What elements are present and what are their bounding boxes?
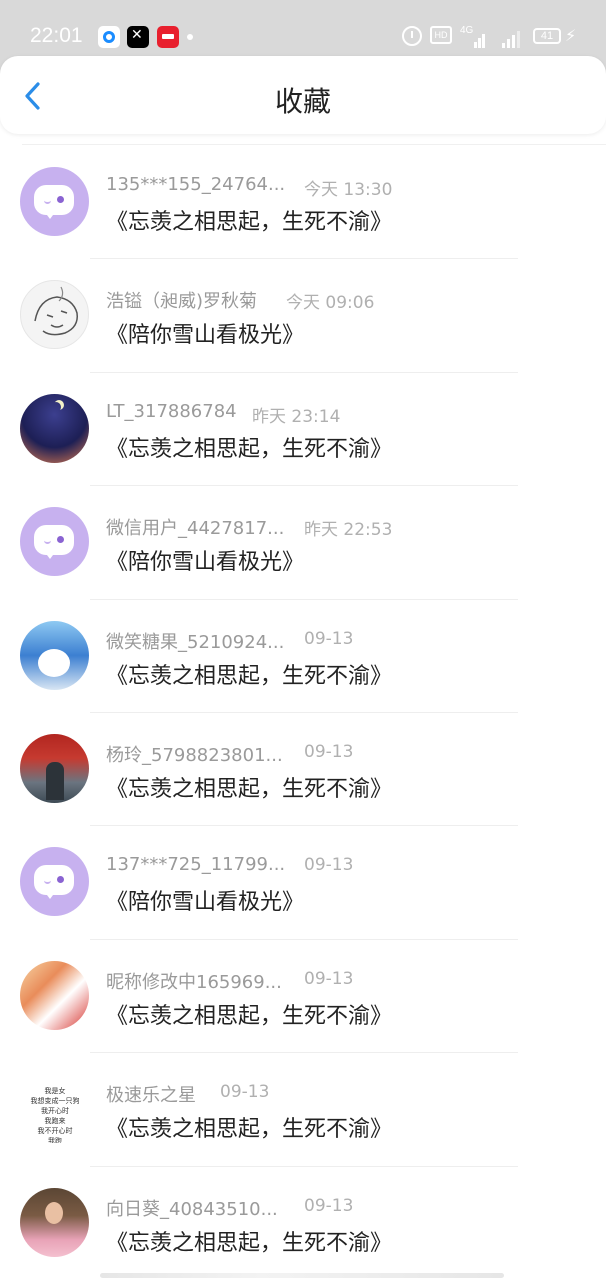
header: 收藏 [0, 56, 606, 134]
item-title: 《忘羡之相思起，生死不渝》 [106, 436, 393, 462]
item-title: 《陪你雪山看极光》 [106, 550, 305, 576]
header-divider [22, 144, 606, 145]
app-notification-icon [98, 26, 120, 48]
list-item[interactable]: 微信用户_4427817... 昨天 22:53 《陪你雪山看极光》 [0, 486, 606, 600]
list-item[interactable]: 135***155_24764... 今天 13:30 《忘羡之相思起，生死不渝… [0, 146, 606, 260]
status-time: 22:01 [30, 24, 83, 47]
scroll-indicator [100, 1273, 504, 1278]
list-item[interactable]: 向日葵_40843510... 09-13 《忘羡之相思起，生死不渝》 [0, 1167, 606, 1280]
item-user-name: 微信用户_4427817... [106, 518, 285, 540]
more-notifications-dot-icon [187, 34, 193, 40]
list-item[interactable]: 杨玲_5798823801... 09-13 《忘羡之相思起，生死不渝》 [0, 713, 606, 827]
capcut-notification-icon [127, 26, 149, 48]
default-chat-avatar-icon [20, 847, 89, 917]
doraemon-avatar [20, 620, 89, 690]
item-title: 《陪你雪山看极光》 [106, 323, 305, 349]
signal-bar [512, 35, 515, 48]
item-title: 《忘羡之相思起，生死不渝》 [106, 1003, 393, 1029]
list-item[interactable]: 我是女 我想变成一只狗 我开心时 我跑来 我不开心时 我跑 极速乐之星 09-1… [0, 1053, 606, 1167]
item-time: 09-13 [304, 855, 354, 876]
item-title: 《陪你雪山看极光》 [106, 890, 305, 916]
girl-photo-avatar [20, 1187, 89, 1257]
hd-voice-icon: HD [430, 26, 452, 44]
item-user-name: 昵称修改中165969... [106, 971, 282, 993]
item-time: 09-13 [220, 1082, 270, 1103]
item-user-name: 极速乐之星 [106, 1085, 196, 1107]
item-time: 昨天 23:14 [252, 406, 341, 427]
signal-strength-icon [500, 26, 522, 50]
avatar-text: 我是女 我想变成一只狗 我开心时 我跑来 我不开心时 我跑 [30, 1087, 80, 1144]
list-item[interactable]: 微笑糖果_5210924... 09-13 《忘羡之相思起，生死不渝》 [0, 600, 606, 713]
item-user-name: 向日葵_40843510... [106, 1198, 278, 1220]
list-item[interactable]: 昵称修改中165969... 09-13 《忘羡之相思起，生死不渝》 [0, 940, 606, 1054]
item-title: 《忘羡之相思起，生死不渝》 [106, 1230, 393, 1256]
default-chat-avatar-icon [20, 167, 89, 236]
list-item[interactable]: 浩镒（昶威)罗秋菊 今天 09:06 《陪你雪山看极光》 [0, 259, 606, 373]
item-user-name: 135***155_24764... [106, 174, 286, 195]
item-title: 《忘羡之相思起，生死不渝》 [106, 663, 393, 689]
item-title: 《忘羡之相思起，生死不渝》 [106, 210, 393, 235]
item-time: 今天 13:30 [304, 180, 393, 200]
item-user-name: 微笑糖果_5210924... [106, 631, 285, 653]
alarm-icon [402, 26, 422, 46]
item-user-name: 137***725_11799... [106, 854, 286, 876]
poster-avatar [20, 960, 89, 1030]
sketch-avatar [20, 280, 89, 350]
shop-front-avatar [20, 733, 89, 803]
item-user-name: LT_317886784 [106, 400, 237, 422]
network-type-label: 4G [460, 25, 474, 36]
favorites-list: 135***155_24764... 今天 13:30 《忘羡之相思起，生死不渝… [0, 146, 606, 1280]
signal-bar [517, 31, 520, 48]
item-time: 09-13 [304, 741, 354, 762]
text-avatar: 我是女 我想变成一只狗 我开心时 我跑来 我不开心时 我跑 [20, 1074, 89, 1144]
item-time: 09-13 [304, 628, 354, 649]
signal-bar [474, 42, 477, 48]
signal-4g-icon: 4G [460, 26, 486, 50]
page-title: 收藏 [274, 85, 331, 118]
item-time: 今天 09:06 [286, 293, 375, 314]
item-user-name: 杨玲_5798823801... [106, 744, 283, 766]
shopping-notification-icon [157, 26, 179, 48]
list-item[interactable]: LT_317886784 昨天 23:14 《忘羡之相思起，生死不渝》 [0, 373, 606, 487]
item-title: 《忘羡之相思起，生死不渝》 [106, 1117, 393, 1143]
item-time: 09-13 [304, 968, 354, 989]
charging-icon: ⚡ [565, 26, 577, 45]
signal-bar [502, 43, 505, 48]
item-title: 《忘羡之相思起，生死不渝》 [106, 776, 393, 802]
default-chat-avatar-icon [20, 507, 89, 577]
signal-bar [507, 39, 510, 48]
battery-icon: 41 [533, 28, 561, 44]
item-time: 昨天 22:53 [304, 520, 393, 541]
night-sky-avatar [20, 393, 89, 463]
item-user-name: 浩镒（昶威)罗秋菊 [106, 291, 258, 313]
item-time: 09-13 [304, 1195, 354, 1216]
signal-bar [482, 34, 485, 48]
list-item[interactable]: 137***725_11799... 09-13 《陪你雪山看极光》 [0, 826, 606, 940]
signal-bar [478, 38, 481, 48]
